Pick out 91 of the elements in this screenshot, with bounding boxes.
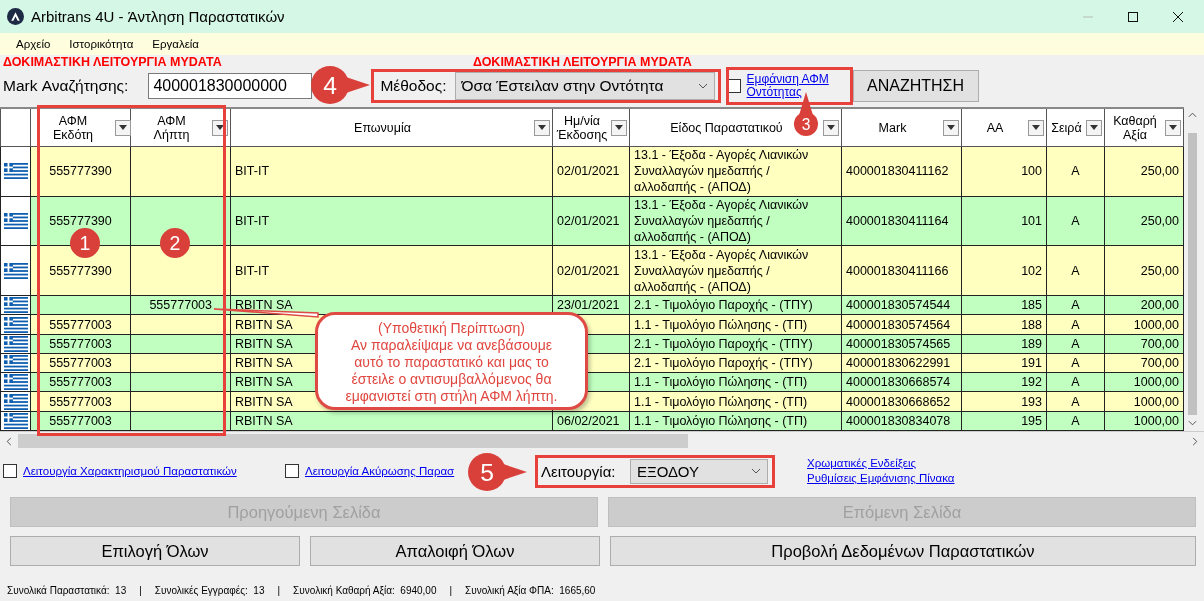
search-label: Mark Αναζήτησης: — [3, 77, 129, 95]
column-header[interactable]: ΑΑ — [961, 108, 1047, 147]
checkbox[interactable] — [3, 464, 17, 478]
callout: (Υποθετική Περίπτωση) Αν παραλείψαμε να ανεβάσουμε αυτό το παραστατικό και μας το έστειλε ο αντισυμβαλλόμενος θα εμφανιστεί στη στήλη ΑΦΜ λήπτη. — [315, 312, 588, 410]
column-header[interactable]: Σειρά — [1046, 108, 1105, 147]
status-item: Συνολική Αξία ΦΠΑ: 1665,60 — [465, 584, 596, 596]
greek-flag-icon — [3, 393, 29, 410]
triangle-down-icon — [538, 125, 546, 130]
table-cell: 100 — [961, 146, 1047, 197]
filter-button[interactable] — [1165, 119, 1181, 136]
filter-button[interactable] — [1086, 119, 1102, 136]
filter-button[interactable] — [611, 119, 627, 136]
method-dropdown[interactable]: Όσα Έστειλαν στην Οντότητα — [454, 72, 715, 100]
table-cell: BIT-IT — [230, 146, 553, 197]
table-cell: Α — [1046, 196, 1105, 246]
arrow-up-icon[interactable] — [1188, 112, 1197, 118]
table-cell: Α — [1046, 245, 1105, 296]
table-cell: 400001830411164 — [841, 196, 962, 246]
column-header[interactable]: ΑΦΜ Λήπτη — [130, 108, 231, 147]
column-header[interactable]: ΑΦΜ Εκδότη — [30, 108, 131, 147]
menu-item[interactable]: Ιστορικότητα — [69, 38, 134, 50]
triangle-down-icon — [947, 125, 955, 130]
triangle-down-icon — [827, 125, 835, 130]
chevron-down-icon — [697, 83, 708, 89]
status-separator: | — [139, 584, 142, 596]
column-header[interactable]: Επωνυμία — [230, 108, 553, 147]
triangle-down-icon — [1169, 125, 1177, 130]
settings-link[interactable]: Χρωματικές Ενδείξεις — [807, 456, 917, 471]
horizontal-scrollbar[interactable] — [0, 431, 1204, 450]
triangle-down-icon — [1032, 125, 1040, 130]
mode-dropdown[interactable]: ΕΞΟΔΟΥ — [630, 458, 768, 484]
table-cell: 102 — [961, 245, 1047, 296]
search-button[interactable]: ΑΝΑΖΗΤΗΣΗ — [852, 70, 979, 102]
column-header[interactable]: Ημ/νία Έκδοσης — [552, 108, 630, 147]
table-cell: 101 — [961, 196, 1047, 246]
triangle-down-icon — [1090, 125, 1098, 130]
show-vat-link[interactable]: Εμφάνιση ΑΦΜ Οντότητας — [746, 73, 839, 99]
status-item: Συνολική Καθαρή Αξία: 6940,00 — [293, 584, 437, 596]
triangle-down-icon — [119, 125, 128, 130]
status-separator: | — [277, 584, 281, 596]
column-header[interactable]: Mark — [841, 108, 962, 147]
filter-button[interactable] — [823, 119, 839, 136]
close-icon[interactable] — [1172, 10, 1184, 23]
table-cell: 13.1 - Έξοδα - Αγορές Λιανικών Συναλλαγών ημεδαπής / αλλοδαπής - (ΑΠΟΔ) — [629, 196, 842, 246]
table-cell: Α — [1046, 146, 1105, 197]
greek-flag-icon — [3, 316, 29, 333]
warning-text: ΔΟΚΙΜΑΣΤΙΚΗ ΛΕΙΤΟΥΡΓΙΑ MYDATA — [473, 55, 692, 69]
table-cell: 400001830411166 — [841, 245, 962, 296]
option-link[interactable]: Λειτουργία Χαρακτηρισμού Παραστατικών — [23, 465, 237, 477]
table-cell: 250,00 — [1104, 146, 1184, 197]
method-label: Μέθοδος: — [380, 77, 447, 95]
window-title: Arbitrans 4U - Άντληση Παραστατικών — [31, 8, 285, 25]
status-item: Συνολικές Εγγραφές: 13 — [154, 584, 265, 596]
filter-button[interactable] — [943, 119, 959, 136]
status-separator: | — [449, 584, 453, 596]
warning-text: ΔΟΚΙΜΑΣΤΙΚΗ ΛΕΙΤΟΥΡΓΙΑ MYDATA — [3, 55, 222, 69]
settings-link[interactable]: Ρυθμίσεις Εμφάνισης Πίνακα — [807, 471, 955, 486]
arrow-down-icon[interactable] — [1188, 420, 1197, 427]
triangle-down-icon — [615, 125, 623, 130]
arrow-right-icon[interactable] — [1192, 436, 1198, 446]
checkbox[interactable] — [285, 464, 299, 478]
action-button[interactable]: Επιλογή Όλων — [10, 536, 300, 566]
table-cell: BIT-IT — [230, 196, 553, 246]
chevron-down-icon — [751, 468, 761, 474]
number-badge: 2 — [159, 227, 191, 259]
menu-item[interactable]: Εργαλεία — [152, 38, 199, 50]
table-cell: 13.1 - Έξοδα - Αγορές Λιανικών Συναλλαγών ημεδαπής / αλλοδαπής - (ΑΠΟΔ) — [629, 245, 842, 296]
arrow-left-icon[interactable] — [6, 436, 12, 446]
action-button[interactable]: Απαλοιφή Όλων — [310, 536, 600, 566]
filter-button[interactable] — [534, 119, 550, 136]
triangle-down-icon — [216, 125, 224, 130]
action-button[interactable]: Προβολή Δεδομένων Παραστατικών — [610, 536, 1196, 566]
filter-button[interactable] — [1028, 119, 1044, 136]
column-header[interactable]: Καθαρή Αξία — [1104, 108, 1184, 147]
table-cell: 02/01/2021 — [552, 196, 630, 246]
table-cell: 250,00 — [1104, 245, 1184, 296]
maximize-icon[interactable] — [1127, 10, 1139, 23]
table-cell: 555777390 — [30, 146, 131, 197]
table-cell: 13.1 - Έξοδα - Αγορές Λιανικών Συναλλαγών ημεδαπής / αλλοδαπής - (ΑΠΟΔ) — [629, 146, 842, 197]
menu-item[interactable]: Αρχείο — [16, 38, 51, 50]
table-cell: 400001830411162 — [841, 146, 962, 197]
mode-label: Λειτουργία: — [541, 462, 617, 480]
table-cell: 250,00 — [1104, 196, 1184, 246]
table-cell: 02/01/2021 — [552, 245, 630, 296]
app-logo-icon — [7, 8, 24, 25]
mark-search-field[interactable]: 400001830000000 — [148, 73, 313, 99]
option-link[interactable]: Λειτουργία Ακύρωσης Παρασ — [305, 465, 455, 477]
table-cell: BIT-IT — [230, 245, 553, 296]
status-item: Συνολικά Παραστατικά: 13 — [7, 584, 127, 596]
table-cell: 02/01/2021 — [552, 146, 630, 197]
filter-button[interactable] — [115, 119, 132, 136]
